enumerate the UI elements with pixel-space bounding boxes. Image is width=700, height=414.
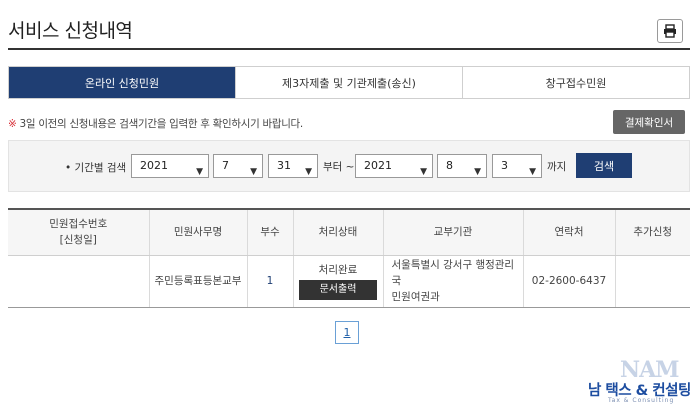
cell-receipt — [8, 255, 149, 308]
tab-counter-reception[interactable]: 창구접수민원 — [462, 67, 689, 98]
chevron-down-icon: ▼ — [250, 167, 257, 177]
count-link[interactable]: 1 — [267, 275, 274, 287]
notice-message: 3일 이전의 신청내용은 검색기간을 입력한 후 확인하시기 바랍니다. — [19, 118, 304, 130]
header-service-name: 민원사무명 — [148, 208, 247, 256]
cell-service-name: 주민등록표등본교부 — [148, 255, 247, 308]
header-receipt-no: 민원접수번호 [신청일] — [8, 208, 149, 256]
applications-table: 민원접수번호 [신청일] 민원사무명 부수 처리상태 교부기관 연락처 추가신청… — [8, 208, 690, 308]
print-document-button[interactable]: 문서출력 — [299, 280, 377, 300]
notice-text: ※ 3일 이전의 신청내용은 검색기간을 입력한 후 확인하시기 바랍니다. — [8, 116, 303, 131]
notice-mark: ※ — [8, 118, 17, 130]
header-count: 부수 — [246, 208, 293, 256]
cell-status: 처리완료 문서출력 — [292, 255, 383, 308]
cell-count: 1 — [246, 255, 293, 308]
from-day-select[interactable]: 31 ▼ — [268, 154, 318, 178]
header-agency: 교부기관 — [382, 208, 523, 256]
from-suffix-text: 부터 ~ — [323, 161, 355, 173]
cell-contact: 02-2600-6437 — [522, 255, 615, 308]
header-contact: 연락처 — [522, 208, 615, 256]
page-title: 서비스 신청내역 — [8, 20, 133, 42]
to-day-select[interactable]: 3 ▼ — [492, 154, 542, 178]
table-header-row: 민원접수번호 [신청일] 민원사무명 부수 처리상태 교부기관 연락처 추가신청 — [8, 208, 690, 256]
table-row: 주민등록표등본교부 1 처리완료 문서출력 서울특별시 강서구 행정관리국 민원… — [8, 255, 690, 308]
tab-third-party-submission[interactable]: 제3자제출 및 기관제출(송신) — [235, 67, 462, 98]
header-extra: 추가신청 — [614, 208, 690, 256]
logo-subtitle: Tax & Consulting — [608, 397, 675, 404]
chevron-down-icon: ▼ — [474, 167, 481, 177]
tab-online-applications[interactable]: 온라인 신청민원 — [9, 67, 235, 98]
payment-confirmation-button[interactable]: 결제확인서 — [613, 110, 685, 134]
cell-agency: 서울특별시 강서구 행정관리국 민원여권과 — [382, 255, 523, 308]
chevron-down-icon: ▼ — [420, 167, 427, 177]
status-text: 처리완료 — [318, 264, 358, 276]
printer-icon — [664, 24, 676, 38]
to-month-select[interactable]: 8 ▼ — [437, 154, 487, 178]
cell-extra — [614, 255, 690, 308]
search-panel: • 기간별 검색 2021 ▼ 7 ▼ 31 ▼ 부터 ~ 2021 ▼ 8 ▼ 3 ▼ 까… — [8, 140, 690, 192]
chevron-down-icon: ▼ — [529, 167, 536, 177]
page-number-button[interactable]: 1 — [335, 321, 359, 344]
chevron-down-icon: ▼ — [196, 167, 203, 177]
title-divider — [8, 48, 690, 50]
from-month-select[interactable]: 7 ▼ — [213, 154, 263, 178]
to-year-select[interactable]: 2021 ▼ — [355, 154, 433, 178]
logo: NAM 남 택스 & 컨설팅 Tax & Consulting — [588, 357, 692, 407]
header-status: 처리상태 — [292, 208, 383, 256]
chevron-down-icon: ▼ — [305, 167, 312, 177]
from-year-select[interactable]: 2021 ▼ — [131, 154, 209, 178]
to-suffix-text: 까지 — [547, 161, 567, 173]
print-button[interactable] — [657, 19, 683, 43]
search-label: • 기간별 검색 — [65, 162, 127, 174]
tab-bar: 온라인 신청민원 제3자제출 및 기관제출(송신) 창구접수민원 — [8, 66, 690, 99]
search-button[interactable]: 검색 — [576, 153, 632, 178]
